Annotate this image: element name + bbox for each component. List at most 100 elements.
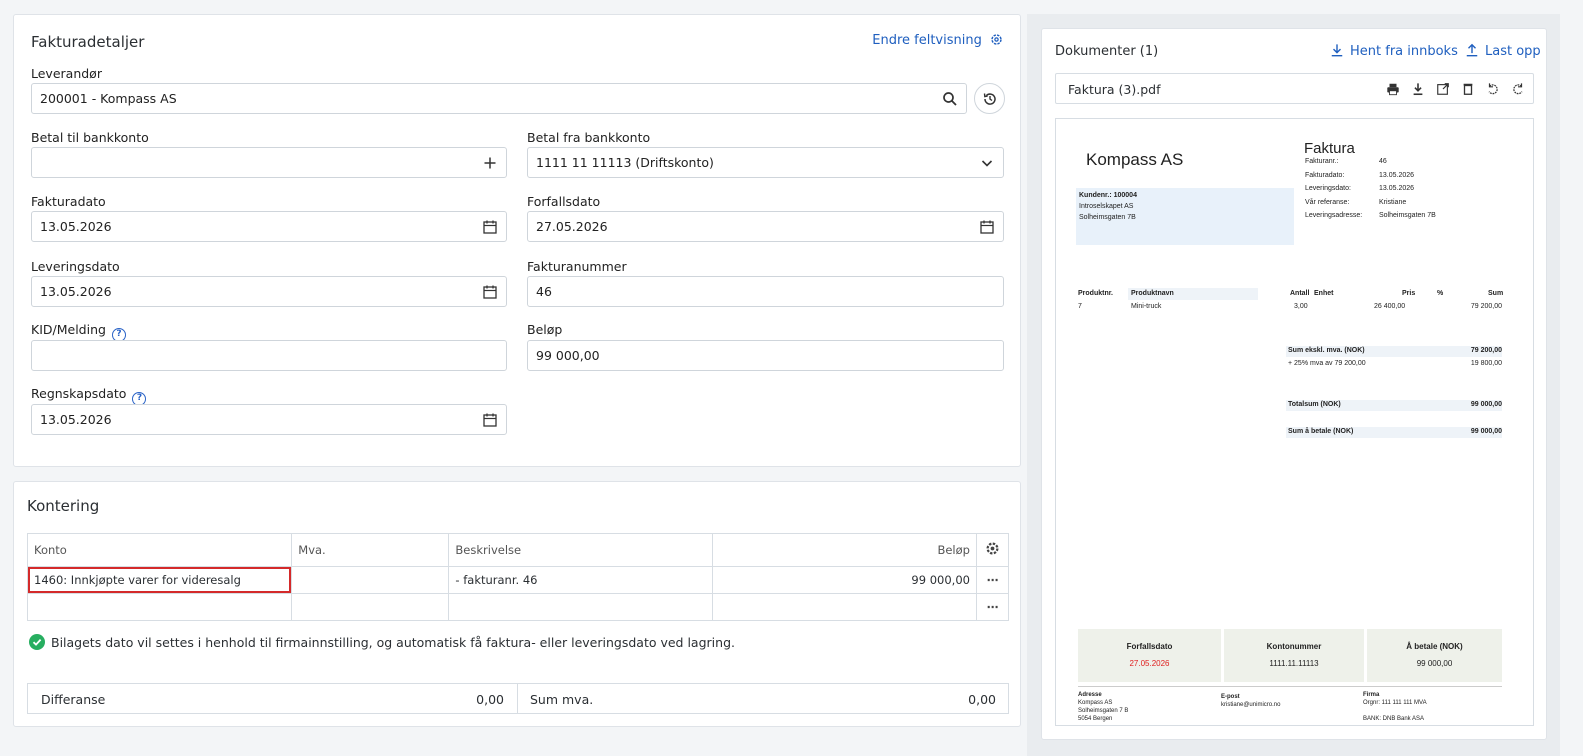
- row-menu-button[interactable]: ⋯: [975, 593, 1010, 621]
- due-date-field[interactable]: 27.05.2026: [527, 211, 1004, 242]
- history-button[interactable]: [974, 83, 1005, 114]
- chevron-down-icon: [981, 160, 993, 167]
- doc-pay-box-value: 99 000,00: [1416, 659, 1453, 668]
- doc-footer-firm-line: Orgnr: 111 111 111 MVA: [1363, 700, 1427, 706]
- doc-col-sum: Sum: [1488, 290, 1504, 297]
- file-actions: [1379, 82, 1525, 99]
- pay-to-label: Betal til bankkonto: [31, 130, 149, 145]
- kid-label: KID/Melding: [31, 322, 106, 337]
- kid-field[interactable]: [31, 340, 507, 371]
- pay-from-value: 1111 11 11113 (Driftskonto): [536, 155, 714, 170]
- upload-label: Last opp: [1485, 44, 1541, 59]
- rotate-left-icon[interactable]: [1486, 82, 1500, 96]
- supplier-field[interactable]: 200001 - Kompass AS: [31, 83, 967, 114]
- invoice-date-field[interactable]: 13.05.2026: [31, 211, 507, 242]
- column-header-beskrivelse: Beskrivelse: [448, 533, 713, 567]
- doc-meta-value: 46: [1379, 158, 1387, 165]
- table-row[interactable]: ⋯: [26, 593, 1010, 621]
- doc-footer-email-label: E-post: [1221, 694, 1240, 700]
- doc-meta-value: 13.05.2026: [1379, 171, 1415, 179]
- doc-col-price: Pris: [1402, 290, 1416, 297]
- accounting-date-label: Regnskapsdato: [31, 386, 127, 401]
- section-title: Fakturadetaljer: [31, 33, 145, 51]
- doc-sum-ex-value: 79 200,00: [1470, 347, 1502, 354]
- file-row[interactable]: Faktura (3).pdf: [1055, 73, 1534, 104]
- pay-to-field[interactable]: [31, 147, 507, 178]
- gear-icon[interactable]: [985, 541, 1000, 556]
- delivery-date-field[interactable]: 13.05.2026: [31, 276, 507, 307]
- doc-line-row: 7 Mini-truck 3,00 26 400,00 79 200,00: [1076, 303, 1502, 315]
- calendar-icon[interactable]: [482, 219, 498, 235]
- invoice-details-card: Fakturadetaljer Endre feltvisning Levera…: [13, 14, 1021, 467]
- delete-icon[interactable]: [1461, 82, 1475, 96]
- doc-footer-email: E-post kristiane@unimicro.no: [1221, 693, 1280, 709]
- doc-to-pay-row: Sum å betale (NOK) 99 000,00: [1286, 427, 1502, 438]
- open-external-icon[interactable]: [1436, 82, 1450, 96]
- doc-meta-value: 13.05.2026: [1379, 185, 1415, 192]
- pay-from-select[interactable]: 1111 11 11113 (Driftskonto): [527, 147, 1004, 178]
- doc-customer-box: Kundenr.: 100004 Introselskapet AS Solhe…: [1076, 188, 1294, 245]
- vat-cell[interactable]: [291, 566, 450, 594]
- doc-line-qty: 3,00: [1294, 303, 1308, 310]
- account-cell[interactable]: [26, 593, 293, 621]
- amount-cell[interactable]: [711, 593, 977, 621]
- doc-customer-name: Introselskapet AS: [1079, 203, 1134, 210]
- totals-divider: [517, 684, 518, 713]
- change-field-view-link[interactable]: Endre feltvisning: [872, 33, 1003, 48]
- check-circle-icon: [29, 634, 45, 650]
- doc-sum-ex-row: Sum ekskl. mva. (NOK) 79 200,00: [1286, 346, 1502, 357]
- history-icon: [983, 93, 996, 105]
- info-message: Bilagets dato vil settes i henhold til f…: [29, 634, 735, 650]
- doc-total-label: Totalsum (NOK): [1288, 401, 1341, 408]
- account-cell[interactable]: 1460: Innkjøpte varer for videresalg: [26, 566, 293, 594]
- doc-pay-box-label: Å betale (NOK): [1406, 642, 1463, 651]
- vat-cell[interactable]: [291, 593, 450, 621]
- table-row[interactable]: 1460: Innkjøpte varer for videresalg - f…: [26, 566, 1010, 594]
- totals-row: Differanse 0,00 Sum mva. 0,00: [27, 683, 1009, 714]
- doc-to-pay-value: 99 000,00: [1470, 428, 1502, 435]
- description-cell[interactable]: [448, 593, 713, 621]
- amount-cell[interactable]: 99 000,00: [711, 566, 977, 594]
- doc-customer-no: Kundenr.: 100004: [1079, 192, 1137, 199]
- doc-to-pay-label: Sum å betale (NOK): [1288, 428, 1354, 435]
- upload-button[interactable]: Last opp: [1465, 43, 1541, 59]
- doc-total-value: 99 000,00: [1470, 401, 1502, 408]
- calendar-icon[interactable]: [482, 412, 498, 428]
- table-settings-cell[interactable]: [975, 533, 1010, 567]
- doc-due-box-value: 27.05.2026: [1129, 659, 1170, 668]
- amount-field[interactable]: 99 000,00: [527, 340, 1004, 371]
- doc-sum-ex-label: Sum ekskl. mva. (NOK): [1288, 347, 1365, 354]
- doc-col-pct: %: [1437, 290, 1444, 297]
- doc-line-name: Mini-truck: [1131, 303, 1162, 310]
- doc-col-product-name: Produktnavn: [1131, 290, 1174, 297]
- due-date-label: Forfallsdato: [527, 194, 601, 209]
- calendar-icon[interactable]: [482, 284, 498, 300]
- plus-icon[interactable]: [482, 155, 498, 171]
- rotate-right-icon[interactable]: [1511, 82, 1525, 96]
- doc-meta-key: Fakturanr.:: [1305, 158, 1339, 165]
- invoice-number-value: 46: [536, 284, 552, 299]
- doc-line-header: Produktnr. Produktnavn Antall Enhet Pris…: [1076, 288, 1504, 300]
- file-name: Faktura (3).pdf: [1068, 82, 1161, 97]
- change-field-view-label: Endre feltvisning: [872, 33, 982, 48]
- fetch-from-inbox-button[interactable]: Hent fra innboks: [1330, 43, 1458, 59]
- doc-footer-divider: [1078, 686, 1502, 687]
- invoice-number-field[interactable]: 46: [527, 276, 1004, 307]
- accounting-date-field[interactable]: 13.05.2026: [31, 404, 507, 435]
- doc-meta: Fakturanr.: 46 Fakturadato: 13.05.2026 Lev…: [1305, 158, 1436, 226]
- table-header-row: Konto Mva. Beskrivelse Beløp: [26, 533, 1010, 567]
- description-cell[interactable]: - fakturanr. 46: [448, 566, 713, 594]
- doc-col-unit: Enhet: [1314, 290, 1334, 297]
- delivery-date-label: Leveringsdato: [31, 259, 120, 274]
- row-menu-button[interactable]: ⋯: [975, 566, 1010, 594]
- doc-footer-firm-line: BANK: DNB Bank ASA: [1363, 716, 1425, 722]
- print-icon[interactable]: [1386, 82, 1400, 96]
- calendar-icon[interactable]: [979, 219, 995, 235]
- due-date-value: 27.05.2026: [536, 219, 608, 234]
- accounting-date-value: 13.05.2026: [40, 412, 112, 427]
- doc-footer-address-line: 5054 Bergen: [1078, 716, 1113, 722]
- download-icon[interactable]: [1411, 82, 1425, 96]
- column-header-mva: Mva.: [291, 533, 450, 567]
- document-preview[interactable]: Kompass AS Faktura Fakturanr.: 46 Faktura…: [1055, 118, 1534, 726]
- search-icon[interactable]: [942, 91, 958, 107]
